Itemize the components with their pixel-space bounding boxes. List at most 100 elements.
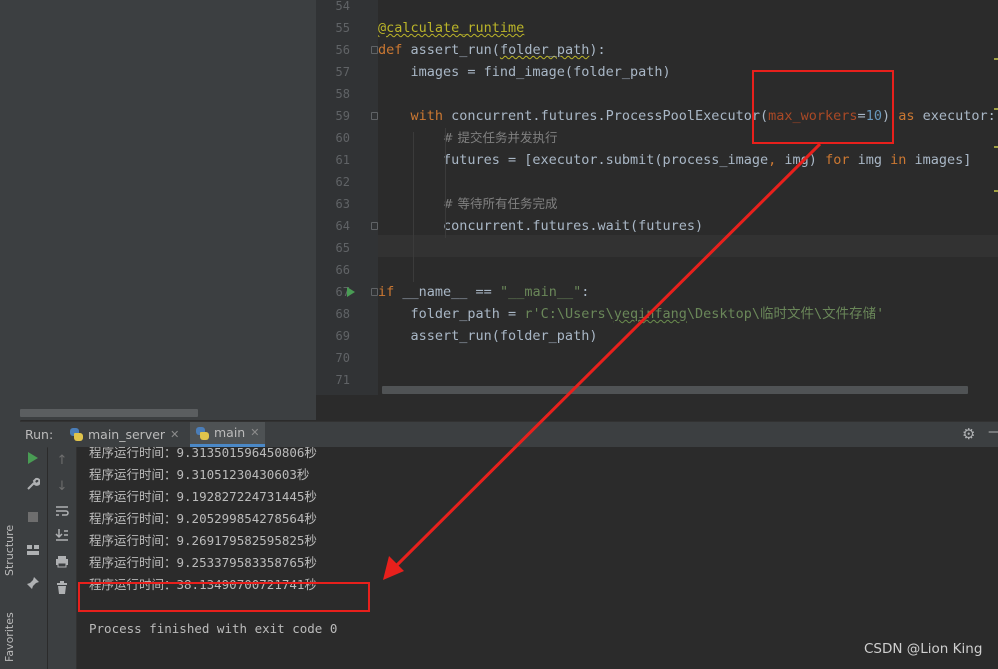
indent-guide <box>413 132 414 282</box>
run-gutter-icon[interactable] <box>347 287 355 297</box>
code-line[interactable]: def assert_run(folder_path): <box>378 39 606 61</box>
code-line[interactable]: futures = [executor.submit(process_image… <box>378 149 971 171</box>
line-number: 66 <box>335 263 350 277</box>
code-line[interactable]: # 提交任务并发执行 <box>378 127 557 149</box>
tab-main[interactable]: main ✕ <box>190 421 266 447</box>
console-output-line: 程序运行时间：9.192827224731445秒 <box>89 489 317 504</box>
gutter-line[interactable]: 66 <box>316 259 378 281</box>
scroll-to-end-icon[interactable] <box>52 528 72 548</box>
line-number: 58 <box>335 87 350 101</box>
console-output-line: 程序运行时间：9.31051230430603秒 <box>89 467 310 482</box>
gutter-line[interactable]: 60 <box>316 127 378 149</box>
close-icon[interactable]: ✕ <box>250 421 259 445</box>
code-editor[interactable]: @calculate_runtime def assert_run(folder_… <box>378 0 998 395</box>
gear-icon[interactable]: ⚙ <box>962 425 975 443</box>
fold-with-icon[interactable] <box>371 112 378 120</box>
watermark: CSDN @Lion King <box>864 641 983 657</box>
favorites-tool-tab[interactable]: Favorites <box>0 600 20 669</box>
line-number: 71 <box>335 373 350 387</box>
gutter-line[interactable]: 69 <box>316 325 378 347</box>
console-output-line: 程序运行时间：9.253379583358765秒 <box>89 555 317 570</box>
code-line[interactable]: concurrent.futures.wait(futures) <box>378 215 703 237</box>
max-workers-highlight-box <box>752 70 894 144</box>
code-line[interactable]: # 等待所有任务完成 <box>378 193 557 215</box>
print-icon[interactable] <box>52 555 72 575</box>
line-number: 62 <box>335 175 350 189</box>
gutter-line[interactable]: 62 <box>316 171 378 193</box>
editor-error-stripe <box>992 0 998 395</box>
project-horizontal-scrollbar[interactable] <box>20 409 198 417</box>
fold-if-icon[interactable] <box>371 288 378 296</box>
gutter-line[interactable]: 58 <box>316 83 378 105</box>
editor-gutter: 54 55 56 57 58 59 60 61 62 63 64 65 66 67 68 69 70 71 <box>316 0 378 395</box>
gutter-line[interactable]: 68 <box>316 303 378 325</box>
code-line[interactable]: images = find_image(folder_path) <box>378 61 671 83</box>
tab-main-server-label: main_server <box>88 426 166 442</box>
console-output-line: Process finished with exit code 0 <box>89 621 338 636</box>
gutter-line[interactable]: 55 <box>316 17 378 39</box>
stop-icon[interactable] <box>23 510 43 530</box>
current-line-highlight <box>378 235 998 257</box>
layout-icon[interactable] <box>23 543 43 563</box>
total-runtime-highlight-box <box>78 582 370 612</box>
line-number: 63 <box>335 197 350 211</box>
fold-def-icon[interactable] <box>371 46 378 54</box>
code-line[interactable]: @calculate_runtime <box>378 17 524 39</box>
python-icon <box>70 428 83 441</box>
line-number: 56 <box>335 43 350 57</box>
rerun-icon[interactable] <box>23 451 43 471</box>
line-number: 68 <box>335 307 350 321</box>
line-number: 65 <box>335 241 350 255</box>
gutter-line[interactable]: 57 <box>316 61 378 83</box>
gutter-line[interactable]: 54 <box>316 0 378 17</box>
pin-icon[interactable] <box>23 576 43 596</box>
editor-horizontal-scrollbar[interactable] <box>382 386 968 394</box>
code-line[interactable]: assert_run(folder_path) <box>378 325 598 347</box>
gutter-line[interactable]: 71 <box>316 369 378 391</box>
gutter-line[interactable]: 63 <box>316 193 378 215</box>
console-output-line: 程序运行时间：9.269179582595825秒 <box>89 533 317 548</box>
soft-wrap-icon[interactable] <box>52 504 72 524</box>
gutter-line[interactable]: 61 <box>316 149 378 171</box>
gutter-line[interactable]: 70 <box>316 347 378 369</box>
run-tool-window-header: Run: main_server ✕ main ✕ ⚙ — <box>20 421 998 448</box>
line-number: 60 <box>335 131 350 145</box>
run-toolbar-primary <box>20 447 47 669</box>
line-number: 64 <box>335 219 350 233</box>
structure-tab-label: Structure <box>3 524 16 576</box>
line-number: 69 <box>335 329 350 343</box>
console-output-line: 程序运行时间：9.313501596450806秒 <box>89 447 317 460</box>
structure-tool-tab[interactable]: Structure <box>0 520 20 590</box>
run-label: Run: <box>25 427 54 442</box>
trash-icon[interactable] <box>52 581 72 601</box>
line-number: 57 <box>335 65 350 79</box>
indent-guide <box>445 128 446 238</box>
run-toolbar-secondary: ↑ ↓ <box>48 447 77 669</box>
project-pane <box>20 0 316 420</box>
arrow-up-icon[interactable]: ↑ <box>52 451 72 471</box>
python-icon <box>196 426 209 440</box>
code-line[interactable]: with concurrent.futures.ProcessPoolExecu… <box>378 105 996 127</box>
line-number: 55 <box>335 21 350 35</box>
gutter-line[interactable]: 56 <box>316 39 378 61</box>
wrench-icon[interactable] <box>23 477 43 497</box>
line-number: 59 <box>335 109 350 123</box>
run-console[interactable]: 程序运行时间：9.313501596450806秒 程序运行时间：9.310512… <box>77 447 998 669</box>
favorites-tab-label: Favorites <box>3 612 16 662</box>
line-number: 67 <box>335 285 350 299</box>
arrow-down-icon[interactable]: ↓ <box>52 477 72 497</box>
close-icon[interactable]: ✕ <box>170 423 179 447</box>
gutter-line[interactable]: 59 <box>316 105 378 127</box>
gutter-line[interactable]: 64 <box>316 215 378 237</box>
line-number: 61 <box>335 153 350 167</box>
tab-main-label: main <box>214 425 246 440</box>
line-number: 70 <box>335 351 350 365</box>
code-line[interactable]: if __name__ == "__main__": <box>378 281 589 303</box>
console-output-line: 程序运行时间：9.205299854278564秒 <box>89 511 317 526</box>
tab-main-server[interactable]: main_server ✕ <box>64 422 185 447</box>
gutter-line[interactable]: 65 <box>316 237 378 259</box>
minimize-icon[interactable]: — <box>988 424 998 440</box>
code-line[interactable]: folder_path = r'C:\Users\yeqinfang\Deskt… <box>378 303 885 325</box>
fold-end-icon[interactable] <box>371 222 378 230</box>
line-number: 54 <box>335 0 350 13</box>
